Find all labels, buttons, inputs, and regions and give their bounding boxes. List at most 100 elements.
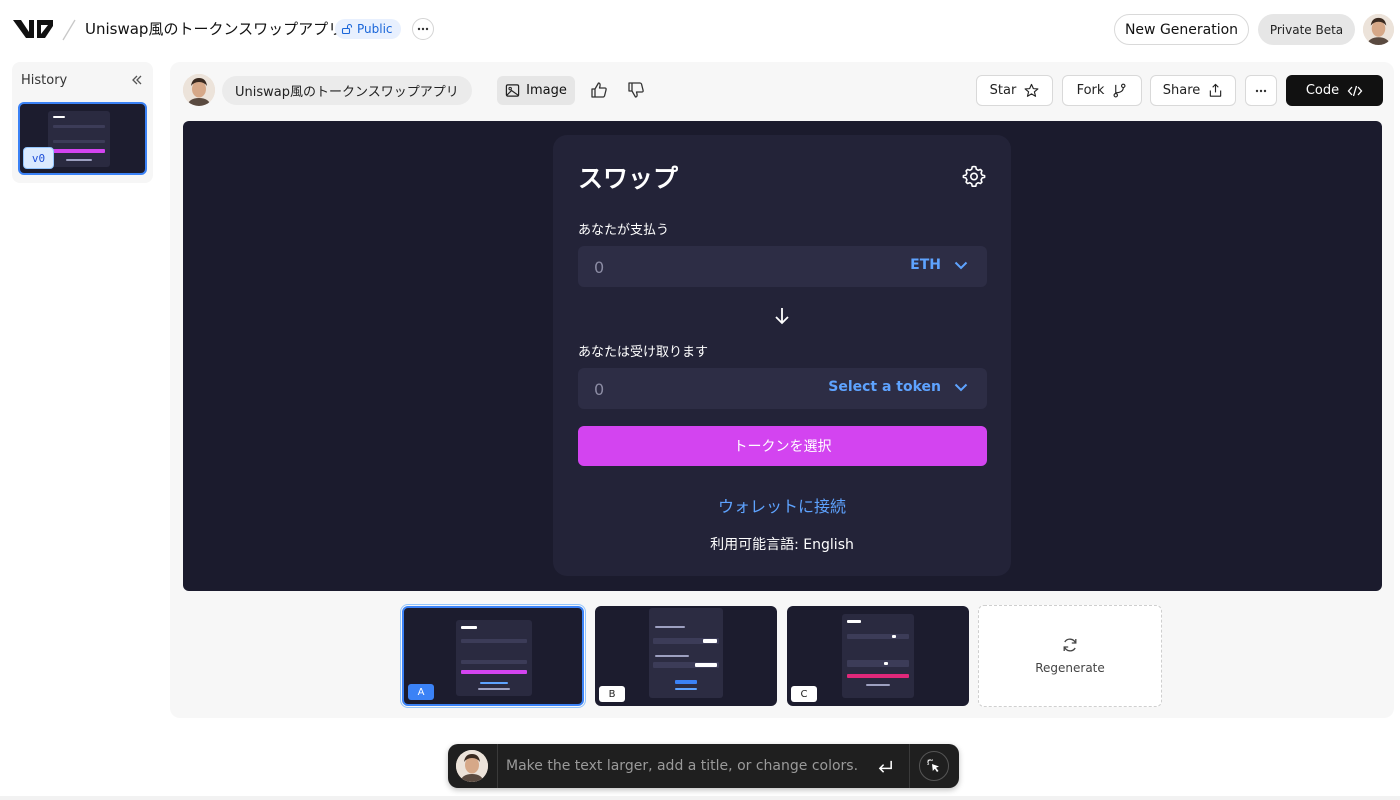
prompt-input[interactable] xyxy=(506,756,866,776)
thumbs-up-icon[interactable] xyxy=(590,81,608,99)
project-more-button[interactable] xyxy=(412,18,434,40)
connect-wallet-link[interactable]: ウォレットに接続 xyxy=(553,493,1011,517)
pay-token-select[interactable]: ETH xyxy=(910,257,969,273)
user-avatar[interactable] xyxy=(1363,14,1394,45)
git-fork-icon xyxy=(1113,83,1126,98)
private-beta-button[interactable]: Private Beta xyxy=(1258,14,1355,45)
regenerate-button[interactable]: Regenerate xyxy=(978,605,1162,707)
image-button[interactable]: Image xyxy=(497,76,575,105)
history-version-thumbnail[interactable]: v0 xyxy=(18,102,147,175)
mini-card xyxy=(842,614,914,698)
mini-input xyxy=(461,639,527,643)
collapse-left-icon[interactable] xyxy=(130,73,144,87)
person-avatar-icon xyxy=(456,750,488,782)
top-header: Uniswap風のトークンスワップアプリ Public New Generati… xyxy=(0,0,1400,60)
code-button-label: Code xyxy=(1305,83,1340,98)
code-button[interactable]: Code xyxy=(1286,75,1383,106)
divider xyxy=(909,744,910,788)
thumbs-down-icon[interactable] xyxy=(627,81,645,99)
pay-label: あなたが支払う xyxy=(578,223,670,238)
star-button[interactable]: Star xyxy=(976,75,1053,106)
mini-link xyxy=(675,688,697,690)
person-avatar-icon xyxy=(183,74,215,106)
ellipsis-icon xyxy=(1255,89,1267,92)
mini-text xyxy=(478,688,510,690)
preview-canvas: スワップ あなたが支払う ETH あなたは受け取ります xyxy=(183,121,1382,591)
fork-button-label: Fork xyxy=(1076,83,1105,98)
variant-badge: B xyxy=(599,686,625,702)
mini-input xyxy=(53,125,105,128)
mini-title xyxy=(847,620,861,623)
prompt-bar xyxy=(448,744,959,788)
mini-card xyxy=(456,620,532,696)
gear-icon[interactable] xyxy=(962,164,986,188)
pay-token-label: ETH xyxy=(910,257,941,273)
mini-link xyxy=(480,682,508,684)
chevron-down-icon xyxy=(954,383,968,392)
arrow-down-icon[interactable] xyxy=(772,306,792,326)
new-generation-button[interactable]: New Generation xyxy=(1114,14,1249,45)
variant-a-thumbnail[interactable]: A xyxy=(400,604,586,708)
mini-input xyxy=(461,660,527,664)
mini-token xyxy=(892,635,896,638)
share-button[interactable]: Share xyxy=(1150,75,1236,106)
image-button-label: Image xyxy=(526,83,567,98)
fork-button[interactable]: Fork xyxy=(1062,75,1142,106)
pick-element-button[interactable] xyxy=(919,751,949,781)
mini-title xyxy=(461,626,477,629)
mini-token xyxy=(703,639,717,643)
pay-amount-input[interactable] xyxy=(594,257,794,277)
receive-label: あなたは受け取ります xyxy=(578,345,709,360)
visibility-label: Public xyxy=(357,22,393,36)
generation-panel: Uniswap風のトークンスワップアプリ Image Star Fork Sha… xyxy=(170,62,1394,718)
visibility-badge[interactable]: Public xyxy=(335,19,401,39)
receive-token-row: Select a token xyxy=(578,368,987,409)
regenerate-label: Regenerate xyxy=(1035,661,1105,675)
breadcrumb-separator xyxy=(62,19,76,41)
mini-token xyxy=(884,662,888,665)
unlock-icon xyxy=(341,23,353,35)
history-title: History xyxy=(21,73,68,88)
v0-logo-icon[interactable] xyxy=(12,17,54,41)
person-avatar-icon xyxy=(1363,14,1394,45)
mini-title xyxy=(53,116,65,118)
code-icon xyxy=(1347,85,1363,96)
version-badge: v0 xyxy=(23,147,54,169)
mini-button xyxy=(847,674,909,678)
swap-title: スワップ xyxy=(578,164,679,193)
share-button-label: Share xyxy=(1162,83,1201,98)
app-title[interactable]: Uniswap風のトークンスワップアプリ xyxy=(85,18,343,39)
mini-button xyxy=(461,670,527,674)
share-icon xyxy=(1210,83,1222,97)
variant-badge: A xyxy=(408,684,434,700)
refresh-icon xyxy=(1063,638,1077,652)
prompt-pill: Uniswap風のトークンスワップアプリ xyxy=(222,76,472,105)
variant-b-thumbnail[interactable]: B xyxy=(595,606,777,706)
mini-input xyxy=(53,140,105,143)
receive-token-select[interactable]: Select a token xyxy=(828,379,969,395)
chat-user-avatar xyxy=(456,750,488,782)
receive-amount-input[interactable] xyxy=(594,379,794,399)
variant-c-thumbnail[interactable]: C xyxy=(787,606,969,706)
pay-token-row: ETH xyxy=(578,246,987,287)
mini-text xyxy=(866,684,890,686)
language-text: 利用可能言語: English xyxy=(710,537,854,553)
divider xyxy=(497,744,498,788)
select-token-button[interactable]: トークンを選択 xyxy=(578,426,987,466)
mini-button xyxy=(675,680,697,684)
star-button-label: Star xyxy=(989,83,1017,98)
mini-text xyxy=(655,655,689,657)
chevron-down-icon xyxy=(954,261,968,270)
mini-text xyxy=(66,159,92,161)
image-icon xyxy=(505,84,520,97)
cursor-click-icon xyxy=(927,759,939,772)
enter-icon[interactable] xyxy=(877,758,894,775)
mini-input xyxy=(847,660,909,667)
variant-badge: C xyxy=(791,686,817,702)
mini-token xyxy=(695,663,717,667)
history-panel: History v0 xyxy=(12,62,153,183)
mini-card xyxy=(649,608,723,698)
star-icon xyxy=(1024,83,1039,97)
receive-token-label: Select a token xyxy=(828,379,941,395)
more-options-button[interactable] xyxy=(1245,75,1277,106)
